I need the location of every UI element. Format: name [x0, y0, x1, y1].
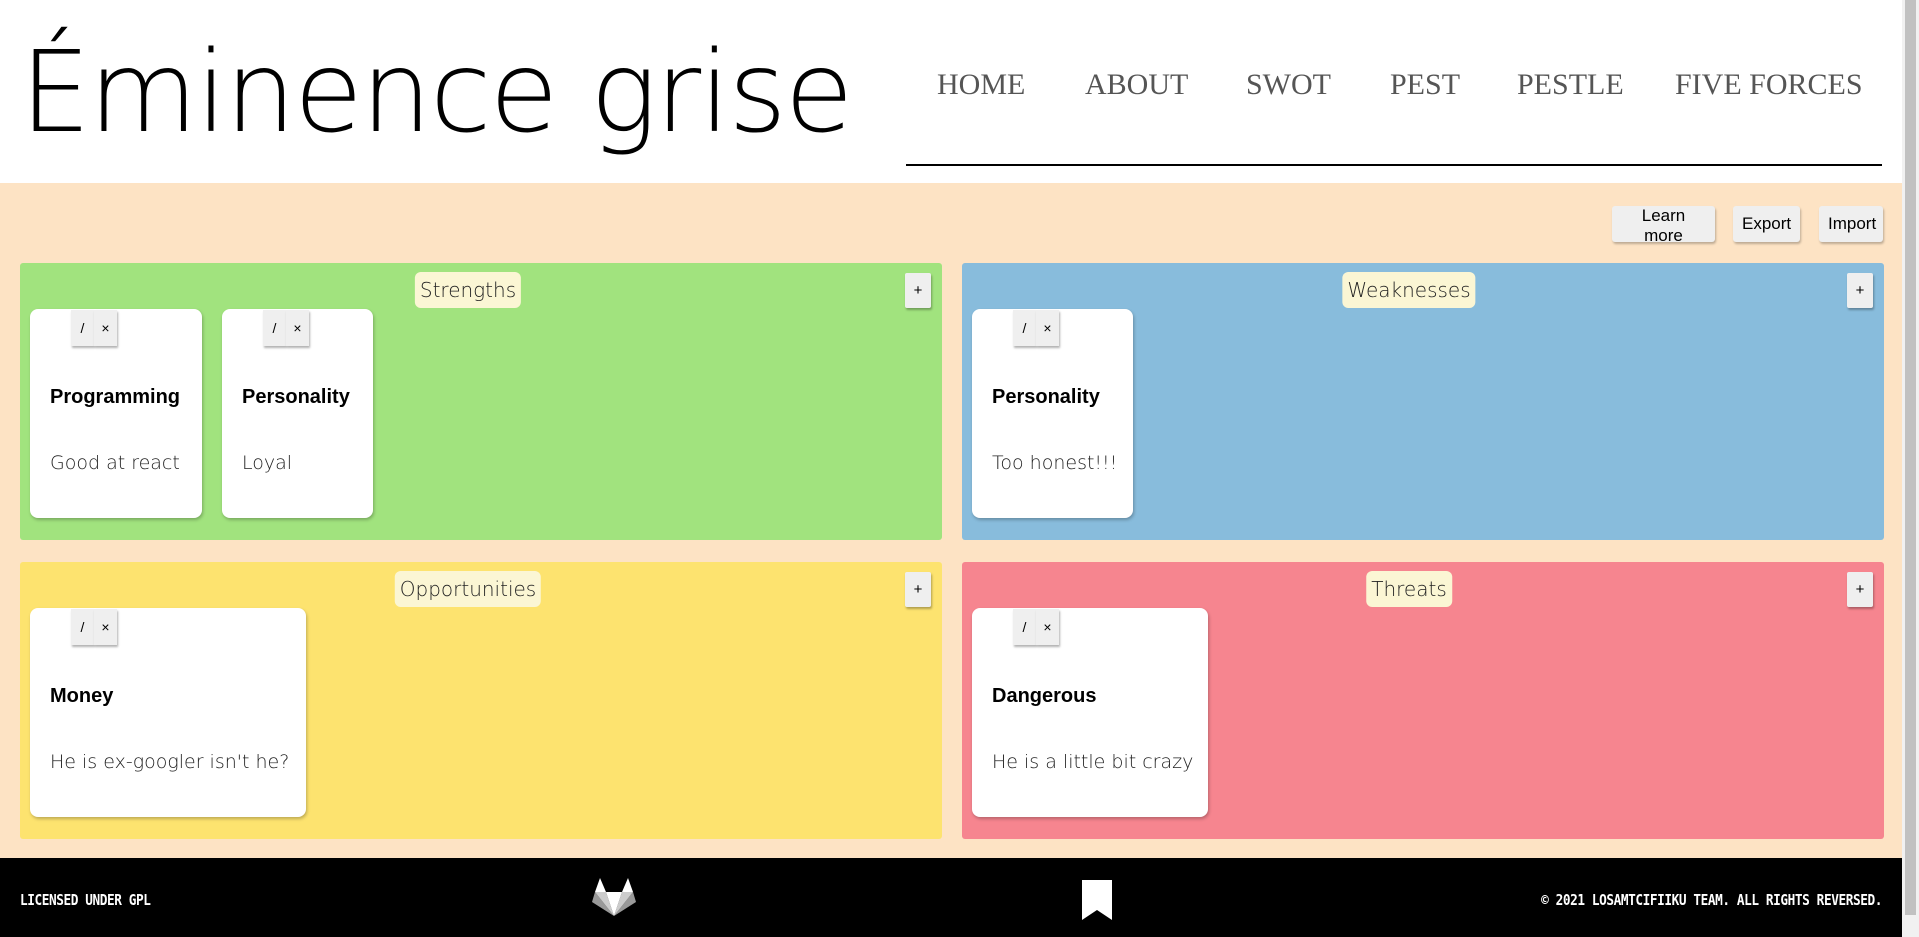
quadrant-threats: Threats + / × Dangerous He is a little b…	[962, 562, 1884, 839]
page-scrollbar[interactable]	[1902, 0, 1919, 937]
learn-more-button[interactable]: Learn more	[1612, 206, 1715, 245]
card-title: Programming	[50, 386, 181, 408]
nav-home[interactable]: HOME	[937, 68, 1025, 102]
delete-card-button[interactable]: ×	[286, 310, 309, 346]
main-nav: HOME ABOUT SWOT PEST PESTLE FIVE FORCES	[906, 58, 1882, 166]
quadrant-strengths: Strengths + / × Programming Good at reac…	[20, 263, 942, 540]
add-card-button[interactable]: +	[905, 273, 931, 308]
card-title: Money	[50, 685, 114, 707]
license-text: LICENSED UNDER GPL	[20, 891, 151, 909]
add-card-button[interactable]: +	[1847, 572, 1873, 607]
card-title: Personality	[242, 386, 350, 408]
edit-card-button[interactable]: /	[1013, 609, 1036, 645]
gitlab-icon[interactable]	[592, 878, 636, 922]
edit-card-button[interactable]: /	[71, 310, 94, 346]
quadrant-title: Weaknesses	[1342, 272, 1476, 308]
site-title: Éminence grise	[20, 28, 854, 158]
delete-card-button[interactable]: ×	[94, 310, 117, 346]
card-text: He is ex-googler isn't he?	[50, 751, 290, 773]
edit-card-button[interactable]: /	[263, 310, 286, 346]
card-text: Too honest!!!	[992, 452, 1118, 474]
card-text: Loyal	[242, 452, 293, 474]
import-button[interactable]: Import	[1819, 206, 1883, 242]
add-card-button[interactable]: +	[905, 572, 931, 607]
add-card-button[interactable]: +	[1847, 273, 1873, 308]
swot-card: / × Money He is ex-googler isn't he?	[30, 608, 306, 817]
site-footer: LICENSED UNDER GPL © 2021 LOSAMTCIFIIKU …	[0, 858, 1902, 937]
delete-card-button[interactable]: ×	[1036, 310, 1059, 346]
swot-card: / × Programming Good at react	[30, 309, 202, 518]
quadrant-weaknesses: Weaknesses + / × Personality Too honest!…	[962, 263, 1884, 540]
swot-board: Learn more Export Import Strengths + / ×…	[0, 183, 1902, 858]
copyright-text: © 2021 LOSAMTCIFIIKU TEAM. ALL RIGHTS RE…	[1541, 891, 1882, 909]
nav-pestle[interactable]: PESTLE	[1517, 68, 1624, 102]
nav-swot[interactable]: SWOT	[1246, 68, 1331, 102]
site-header: Éminence grise HOME ABOUT SWOT PEST PEST…	[0, 0, 1902, 183]
scrollbar-thumb[interactable]	[1905, 0, 1916, 915]
swot-card: / × Dangerous He is a little bit crazy	[972, 608, 1208, 817]
quadrant-title: Threats	[1366, 571, 1452, 607]
nav-five-forces[interactable]: FIVE FORCES	[1675, 68, 1863, 102]
swot-card: / × Personality Too honest!!!	[972, 309, 1133, 518]
bookmark-icon[interactable]	[1081, 880, 1113, 924]
nav-pest[interactable]: PEST	[1390, 68, 1460, 102]
edit-card-button[interactable]: /	[71, 609, 94, 645]
export-button[interactable]: Export	[1733, 206, 1800, 242]
quadrant-title: Opportunities	[394, 571, 542, 607]
delete-card-button[interactable]: ×	[94, 609, 117, 645]
card-title: Personality	[992, 386, 1100, 408]
delete-card-button[interactable]: ×	[1036, 609, 1059, 645]
edit-card-button[interactable]: /	[1013, 310, 1036, 346]
card-title: Dangerous	[992, 685, 1097, 707]
quadrant-opportunities: Opportunities + / × Money He is ex-googl…	[20, 562, 942, 839]
quadrant-title: Strengths	[414, 272, 522, 308]
swot-card: / × Personality Loyal	[222, 309, 373, 518]
card-text: He is a little bit crazy	[992, 751, 1194, 773]
card-text: Good at react	[50, 452, 180, 474]
nav-about[interactable]: ABOUT	[1085, 68, 1188, 102]
